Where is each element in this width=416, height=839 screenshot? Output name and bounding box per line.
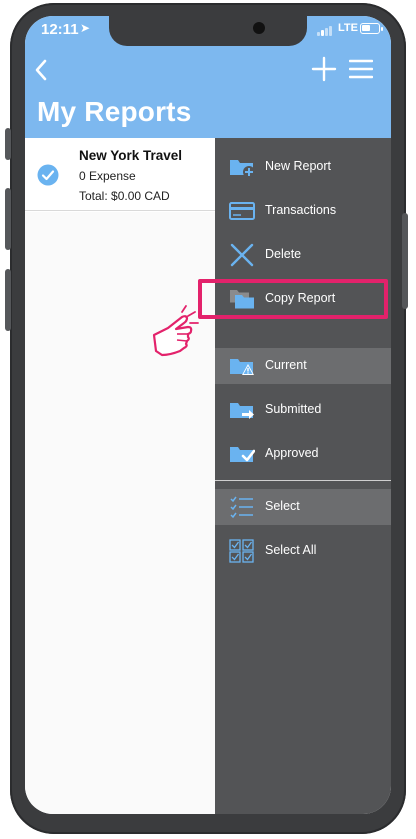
menu-label: Current [265, 358, 307, 372]
menu-item-submitted[interactable]: Submitted [215, 392, 391, 428]
phone-power-button [402, 213, 408, 309]
chevron-left-icon [35, 59, 47, 81]
approved-check-folder-icon [230, 447, 255, 462]
page-title: My Reports [37, 96, 192, 127]
menu-label: Approved [265, 446, 319, 460]
menu-divider [215, 480, 391, 481]
menu-label: Select All [265, 543, 317, 557]
menu-label: Delete [265, 247, 302, 261]
add-report-button[interactable] [311, 56, 337, 82]
menu-item-delete[interactable]: Delete [215, 237, 391, 273]
delete-x-icon [230, 243, 254, 267]
app-header: 12:11 ➤ LTE My Reports [25, 16, 391, 138]
report-expense-count: 0 Expense [79, 169, 136, 183]
phone-volume-up [5, 188, 11, 250]
front-camera [253, 22, 265, 34]
tap-hand-icon [152, 305, 199, 357]
report-name: New York Travel [79, 148, 183, 163]
copy-report-highlight-box [198, 279, 388, 319]
submitted-arrow-folder-icon [230, 403, 254, 419]
phone-silent-switch [5, 128, 11, 160]
report-total: Total: $0.00 CAD [79, 189, 170, 203]
location-arrow-icon: ➤ [80, 21, 91, 35]
menu-item-current[interactable]: Current [215, 348, 391, 384]
card-icon [229, 202, 255, 220]
menu-button[interactable] [348, 58, 374, 80]
current-warning-folder-icon [230, 359, 254, 375]
back-button[interactable] [29, 54, 57, 86]
menu-item-select-all[interactable]: Select All [215, 533, 391, 569]
menu-label: Select [265, 499, 300, 513]
menu-item-transactions[interactable]: Transactions [215, 193, 391, 229]
report-row[interactable]: New York Travel 0 Expense Total: $0.00 C… [25, 138, 215, 211]
new-report-icon [230, 160, 255, 178]
hamburger-icon [348, 59, 374, 79]
menu-item-approved[interactable]: Approved [215, 436, 391, 472]
phone-volume-down [5, 269, 11, 331]
battery-icon [360, 23, 383, 34]
menu-label: New Report [265, 159, 331, 173]
signal-icon [317, 25, 335, 36]
device-notch [109, 16, 307, 46]
menu-item-select[interactable]: Select [215, 489, 391, 525]
select-all-checkbox-icon [229, 539, 254, 563]
plus-icon [311, 56, 337, 82]
checklist-icon [230, 496, 253, 519]
menu-label: Transactions [265, 203, 337, 217]
menu-label: Submitted [265, 402, 322, 416]
menu-item-new-report[interactable]: New Report [215, 149, 391, 185]
selected-check-icon[interactable] [37, 164, 59, 186]
side-menu: New Report Transactions Delete Copy Repo… [215, 138, 391, 814]
network-type: LTE [338, 22, 358, 34]
status-time: 12:11 [41, 21, 79, 38]
app-screen: 12:11 ➤ LTE My Reports New York Travel 0… [25, 16, 391, 814]
